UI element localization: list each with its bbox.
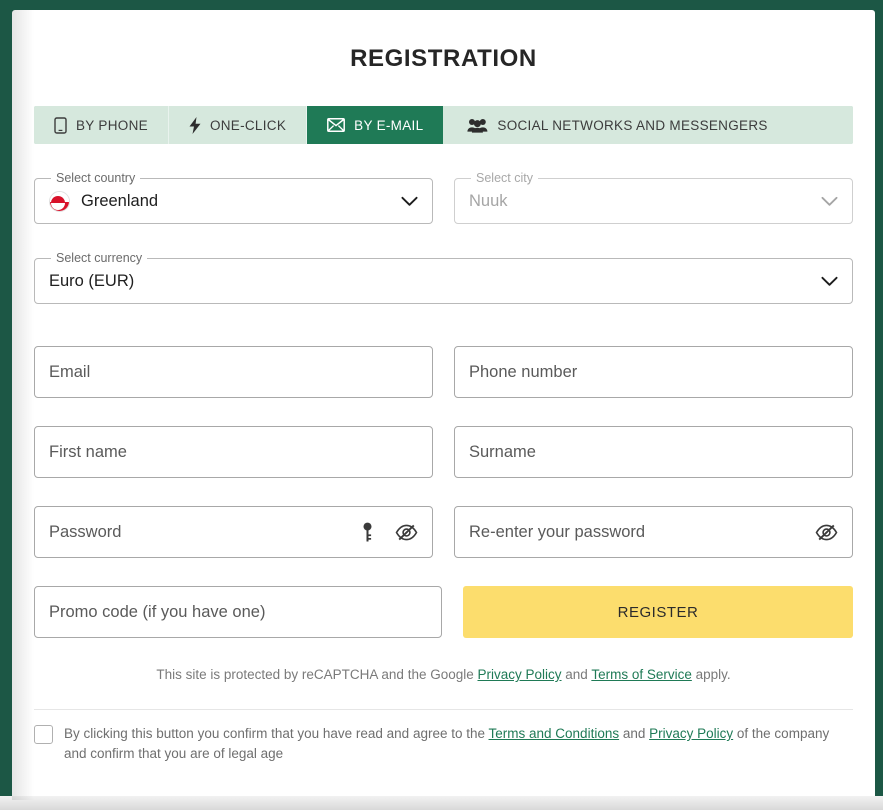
recaptcha-text-after: apply. [691,667,731,682]
password-field[interactable]: Password [34,506,433,558]
email-phone-row: Email Phone number [34,346,853,398]
tab-social-networks[interactable]: SOCIAL NETWORKS AND MESSENGERS [443,106,853,144]
lightning-bolt-icon [189,116,201,134]
tab-by-phone-label: BY PHONE [76,117,148,133]
password-field-placeholder: Password [49,522,122,541]
password-repeat-field[interactable]: Re-enter your password [454,506,853,558]
city-select-legend: Select city [476,171,533,185]
recaptcha-notice: This site is protected by reCAPTCHA and … [12,667,875,682]
city-select-wrapper: Select city Nuuk [454,172,853,224]
password-repeat-field-placeholder: Re-enter your password [469,522,646,541]
terms-text: By clicking this button you confirm that… [64,724,853,763]
password-row: Password Re-enter your password [34,506,853,558]
country-select-legend: Select country [56,171,136,185]
registration-modal: REGISTRATION BY PHONE ONE-CLICK BY E-MAI… [12,10,875,800]
brand-band-right [875,0,883,810]
registration-method-tabs: BY PHONE ONE-CLICK BY E-MAIL SOCIAL NETW… [34,106,853,144]
surname-field[interactable]: Surname [454,426,853,478]
currency-select[interactable]: Select currency Euro (EUR) [34,252,853,304]
city-select[interactable]: Select city Nuuk [454,172,853,224]
recaptcha-text-before: This site is protected by reCAPTCHA and … [156,667,478,682]
chevron-down-icon[interactable] [401,196,418,207]
page-title: REGISTRATION [350,45,537,72]
terms-agreement: By clicking this button you confirm that… [34,724,853,763]
terms-checkbox[interactable] [34,725,53,744]
currency-row: Select currency Euro (EUR) [34,252,853,304]
eye-off-icon[interactable] [395,524,418,541]
terms-text-before: By clicking this button you confirm that… [64,726,489,741]
tab-social-networks-label: SOCIAL NETWORKS AND MESSENGERS [497,117,768,133]
tab-by-email-label: BY E-MAIL [354,117,424,133]
recaptcha-privacy-policy-link[interactable]: Privacy Policy [478,667,562,682]
first-name-field-placeholder: First name [49,442,127,461]
promo-code-field-placeholder: Promo code (if you have one) [49,602,266,621]
terms-text-middle: and [619,726,650,741]
promo-register-row: Promo code (if you have one) REGISTER [34,586,853,638]
tab-one-click[interactable]: ONE-CLICK [168,106,308,144]
recaptcha-terms-of-service-link[interactable]: Terms of Service [591,667,692,682]
country-select-wrapper: Select country Greenland [34,172,433,224]
users-group-icon [467,118,488,133]
terms-privacy-policy-link[interactable]: Privacy Policy [649,726,733,741]
phone-number-field[interactable]: Phone number [454,346,853,398]
greenland-flag-icon [49,191,70,213]
city-select-value: Nuuk [469,192,508,211]
envelope-icon [327,118,346,132]
brand-band-left [0,0,12,341]
first-name-field[interactable]: First name [34,426,433,478]
chevron-down-icon[interactable] [821,196,838,207]
country-city-row: Select country Greenland Select city Nuu… [34,172,853,224]
section-divider [34,709,853,710]
mobile-phone-icon [54,116,67,134]
email-field-placeholder: Email [49,362,91,381]
chevron-down-icon[interactable] [821,276,838,287]
tab-by-email[interactable]: BY E-MAIL [307,106,444,144]
register-button[interactable]: REGISTER [463,586,853,638]
phone-number-field-placeholder: Phone number [469,362,578,381]
page-background: REGISTRATION BY PHONE ONE-CLICK BY E-MAI… [0,0,883,810]
key-icon[interactable] [362,522,373,543]
currency-select-value: Euro (EUR) [49,272,135,291]
country-select-value: Greenland [81,192,159,211]
promo-code-field[interactable]: Promo code (if you have one) [34,586,442,638]
country-select[interactable]: Select country Greenland [34,172,433,224]
recaptcha-text-middle: and [561,667,592,682]
currency-select-wrapper: Select currency Euro (EUR) [34,252,853,304]
viewport-bottom-strip [0,796,883,810]
eye-off-icon[interactable] [815,524,838,541]
currency-select-legend: Select currency [56,251,143,265]
name-row: First name Surname [34,426,853,478]
surname-field-placeholder: Surname [469,442,536,461]
terms-and-conditions-link[interactable]: Terms and Conditions [489,726,620,741]
tab-one-click-label: ONE-CLICK [209,117,287,133]
tab-by-phone[interactable]: BY PHONE [34,106,169,144]
email-field[interactable]: Email [34,346,433,398]
